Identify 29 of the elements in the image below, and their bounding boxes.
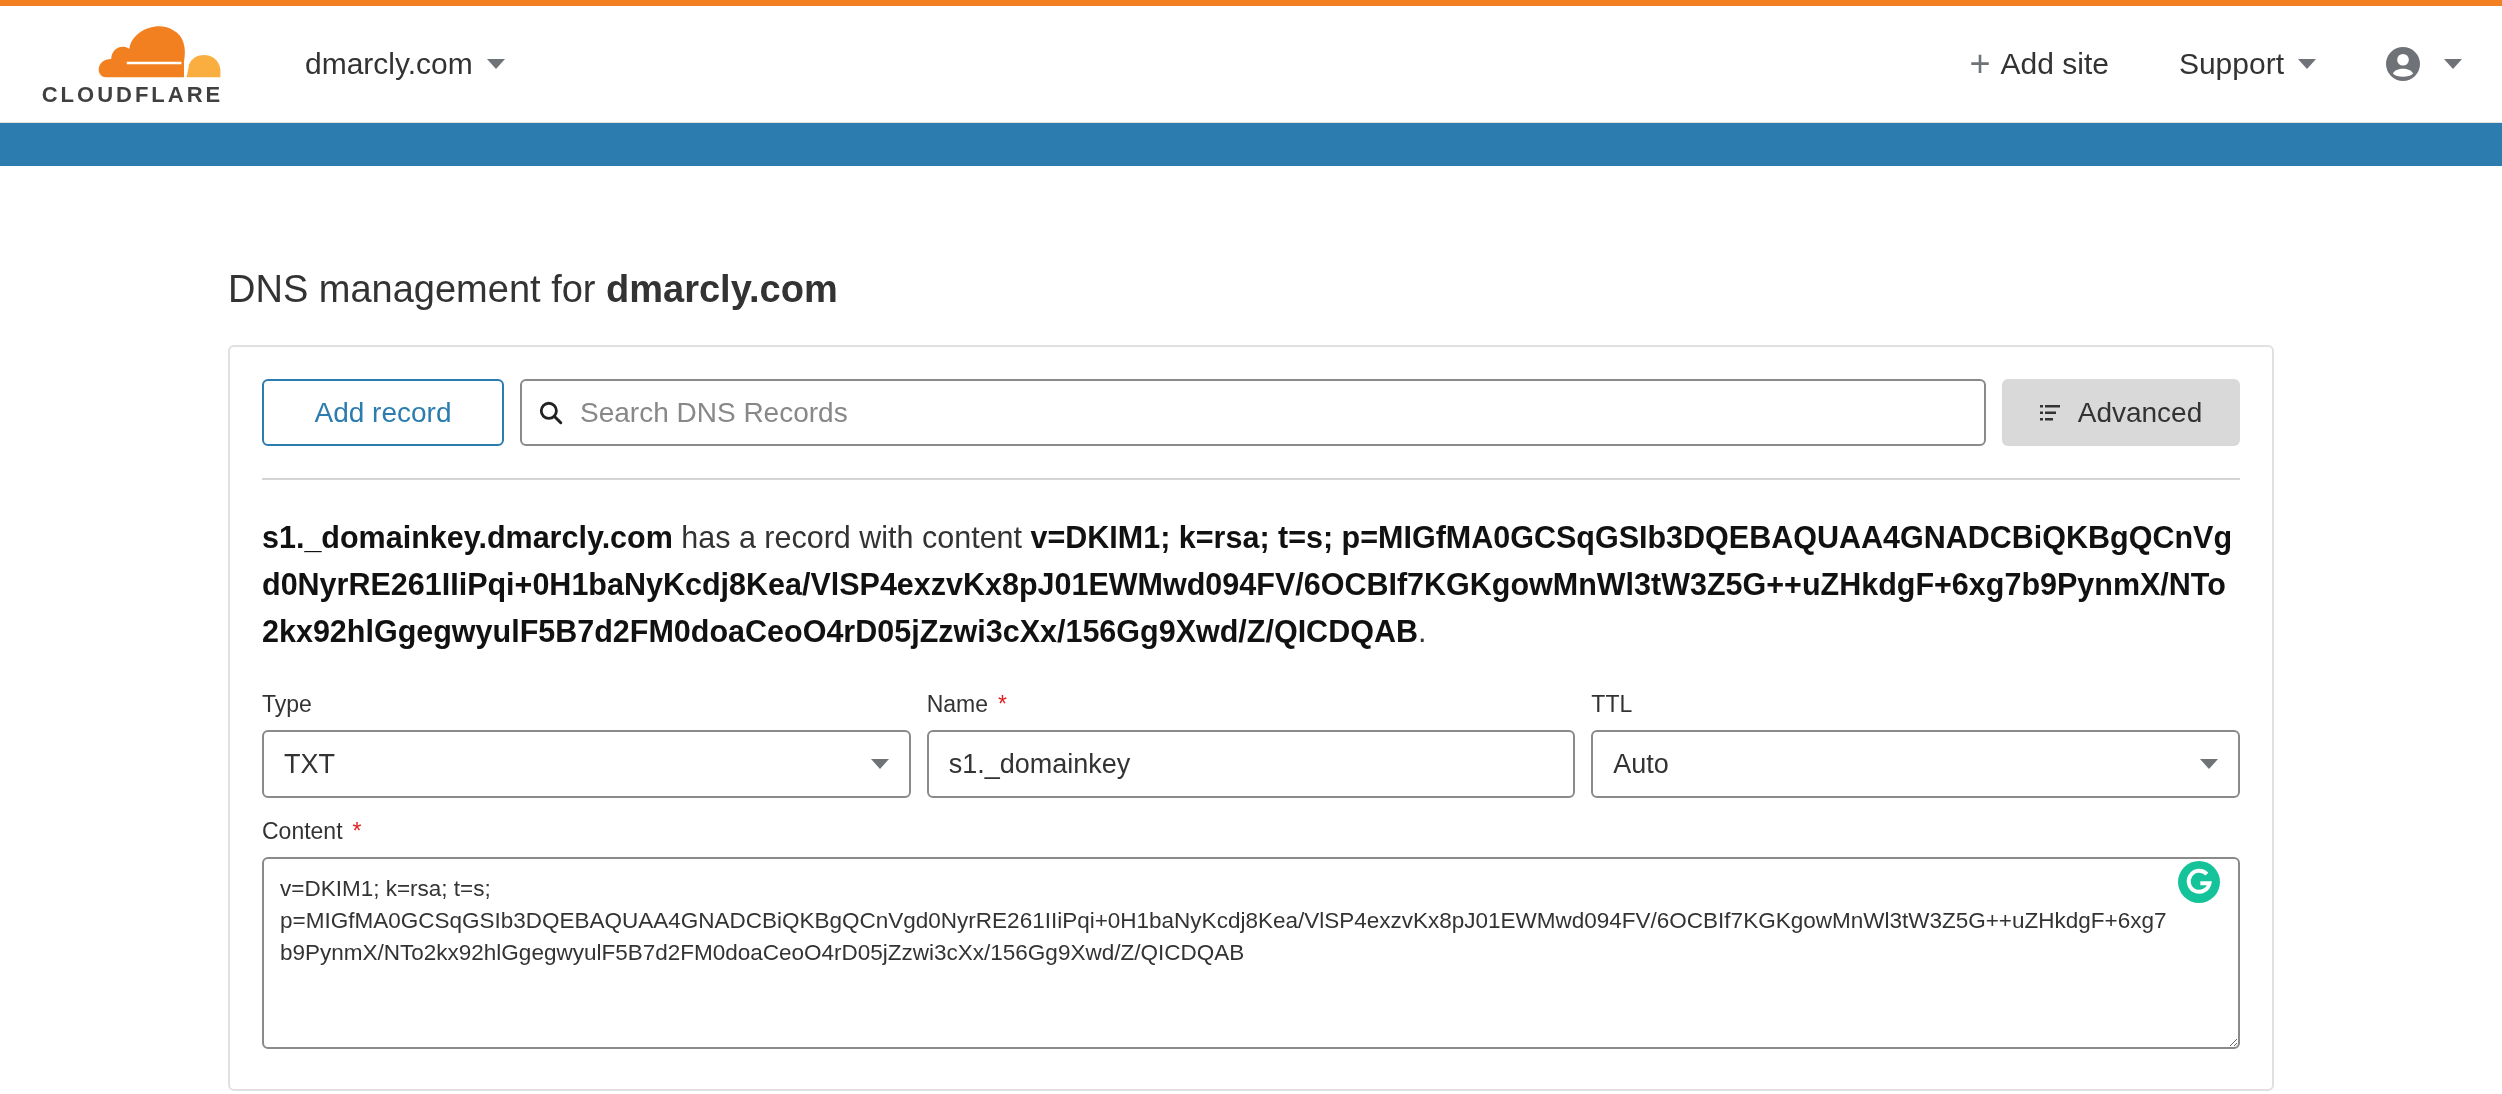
advanced-button[interactable]: Advanced [2002,379,2240,446]
caret-icon [2200,759,2218,769]
logo-text: CLOUDFLARE [41,82,224,108]
account-menu[interactable] [2386,47,2462,81]
select-field[interactable]: Auto [1591,730,2240,798]
add-site-link[interactable]: + Add site [1969,43,2109,85]
field-label: Name [926,691,988,718]
required-mark: * [352,818,362,845]
field-label: Type [262,691,312,718]
caret-icon [2444,59,2462,69]
content-field[interactable]: v=DKIM1; k=rsa; t=s; p=MIGfMA0GCSqGSIb3DQEBAQUAA4GNADCBiQKBgQCnVgd0NyrRE261IIiPqi+0H1baNyKcdj8Kea/VlSP4exzvKx8pJ01EWMwd094FV/6OCBIf7KGKgowMnWl3tW3Z5G++uZHkdgF+6xg7b9PynmX/NTo2kx92hlGgegwyulF5B7d2FM0doaCeoO4rD05jZzwi3cXx/156Gg9Xwd/Z/QICDQAB [262,857,2240,1049]
select-field[interactable]: TXT [262,730,911,798]
field-label: Content [262,818,343,845]
caret-icon [2298,59,2316,69]
support-menu[interactable]: Support [2178,47,2316,81]
required-mark: * [998,691,1007,718]
add-record-button[interactable]: Add record [262,379,504,446]
site-menu[interactable]: dmarcly.com [305,47,505,81]
list-icon [2039,404,2060,421]
caret-icon [486,59,505,69]
caret-icon [870,759,889,769]
field-label: TTL [1591,691,1633,718]
record-summary: s1._domainkey.dmarcly.com has a record with content v=DKIM1; k=rsa; t=s; p=MIGfMA0GCSqGSIb3DQEBAQUAA4GNADCBiQKBgQCnVgd0NyrRE261IIiPqi+0H1baNyKcdj8Kea/VlSP4exzvKx8pJ01EWMwd094FV/6OCBIf7KGKgowMnWl3tW3Z5G++uZHkdgF+6xg7b9PynmX/NTo2kx92hlGgegwyulF5B7d2FM0doaCeoO4rD05jZzwi3cXx/156Gg9Xwd/Z/QICDQAB. [262,519,2234,651]
page-title: DNS management for dmarcly.com [228,268,839,311]
search-field[interactable]: Search DNS Records [520,379,1986,446]
input-field[interactable]: s1._domainkey [926,730,1576,798]
search-icon [538,400,564,426]
logo[interactable]: CLOUDFLARE [30,20,235,108]
user-icon [2386,47,2420,81]
